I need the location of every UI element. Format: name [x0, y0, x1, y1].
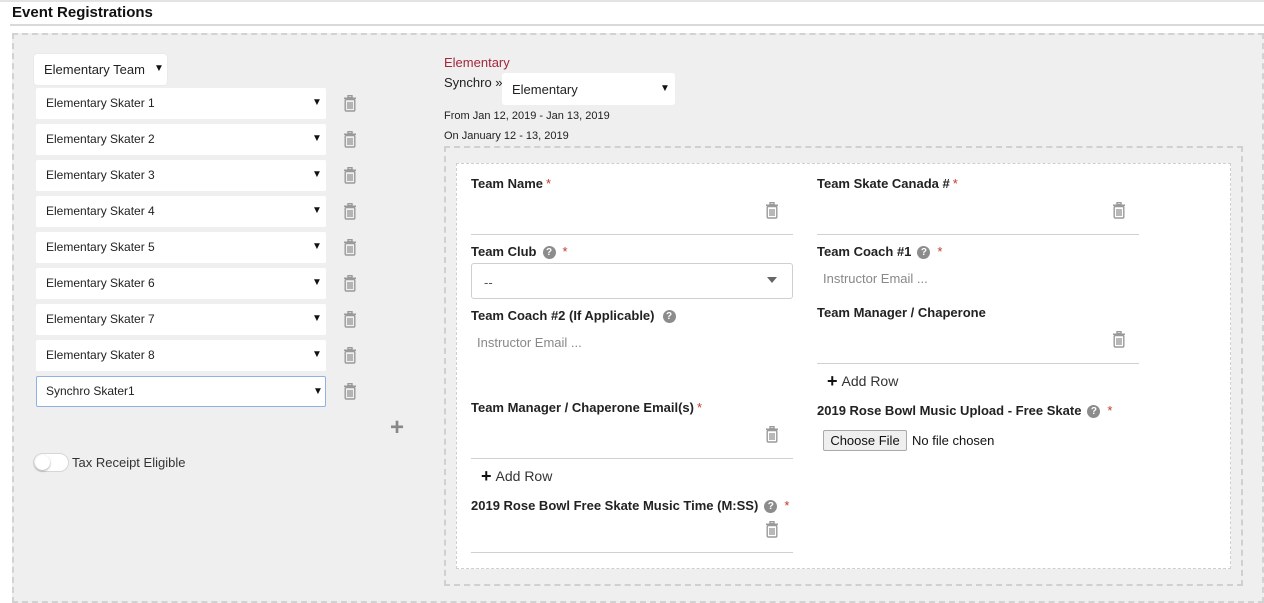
add-row-button[interactable]: + Add Row — [481, 465, 552, 486]
trash-icon[interactable] — [343, 167, 357, 184]
team-club-select[interactable]: -- — [471, 263, 793, 299]
tax-receipt-toggle[interactable] — [33, 453, 69, 472]
event-breadcrumb: Synchro » — [444, 75, 503, 90]
team-manager-input[interactable] — [817, 363, 1139, 364]
skater-select-value: Elementary Skater 7 — [46, 312, 155, 326]
chevron-down-icon: ▼ — [312, 313, 322, 324]
team-name-label: Team Name * — [471, 176, 552, 191]
skater-select-value: Synchro Skater1 — [46, 384, 135, 398]
title-divider — [10, 24, 1264, 26]
skater-select-value: Elementary Skater 4 — [46, 204, 155, 218]
trash-icon[interactable] — [343, 239, 357, 256]
toggle-knob — [35, 455, 50, 470]
skater-select[interactable]: Elementary Skater 6 ▼ — [36, 268, 326, 299]
trash-icon[interactable] — [343, 347, 357, 364]
top-border — [0, 0, 1264, 2]
team-select[interactable]: Elementary Team ▼ — [34, 54, 167, 85]
trash-icon[interactable] — [343, 383, 357, 400]
music-time-input[interactable] — [471, 552, 793, 553]
event-on-dates: On January 12 - 13, 2019 — [444, 130, 569, 142]
skater-select-value: Elementary Skater 3 — [46, 168, 155, 182]
skater-select[interactable]: Elementary Skater 4 ▼ — [36, 196, 326, 227]
skater-select[interactable]: Elementary Skater 2 ▼ — [36, 124, 326, 155]
chevron-down-icon: ▼ — [312, 205, 322, 216]
team-name-input[interactable] — [471, 234, 793, 235]
music-time-label: 2019 Rose Bowl Free Skate Music Time (M:… — [471, 498, 790, 514]
plus-icon: + — [481, 466, 492, 486]
manager-emails-label: Team Manager / Chaperone Email(s) * — [471, 400, 703, 415]
chevron-down-icon: ▼ — [312, 97, 322, 108]
chevron-down-icon: ▼ — [154, 63, 164, 74]
chevron-down-icon: ▼ — [312, 277, 322, 288]
team-select-value: Elementary Team — [44, 62, 145, 77]
plus-icon: + — [827, 371, 838, 391]
question-icon[interactable]: ? — [1087, 405, 1101, 419]
skater-select[interactable]: Elementary Skater 5 ▼ — [36, 232, 326, 263]
question-icon[interactable]: ? — [917, 246, 931, 260]
music-upload-label: 2019 Rose Bowl Music Upload - Free Skate… — [817, 403, 1113, 419]
chevron-down-icon: ▼ — [312, 349, 322, 360]
choose-file-button[interactable]: Choose File — [823, 430, 907, 451]
plus-icon[interactable]: + — [390, 416, 404, 440]
trash-icon[interactable] — [343, 275, 357, 292]
chevron-down-icon: ▼ — [312, 133, 322, 144]
level-select[interactable]: Elementary ▼ — [502, 73, 675, 105]
trash-icon[interactable] — [765, 521, 779, 538]
question-icon[interactable]: ? — [662, 310, 676, 324]
trash-icon[interactable] — [343, 95, 357, 112]
caret-down-icon — [767, 277, 777, 283]
skater-select-value: Elementary Skater 6 — [46, 276, 155, 290]
skater-select[interactable]: Synchro Skater1 ▼ — [36, 376, 326, 407]
chevron-down-icon: ▼ — [660, 83, 670, 94]
skater-select[interactable]: Elementary Skater 8 ▼ — [36, 340, 326, 371]
trash-icon[interactable] — [765, 202, 779, 219]
skater-select-value: Elementary Skater 8 — [46, 348, 155, 362]
question-icon[interactable]: ? — [764, 500, 778, 514]
team-coach1-label: Team Coach #1? * — [817, 244, 943, 260]
skater-select[interactable]: Elementary Skater 3 ▼ — [36, 160, 326, 191]
event-category: Elementary — [444, 55, 510, 70]
add-row-button[interactable]: + Add Row — [827, 370, 898, 391]
skater-select-value: Elementary Skater 5 — [46, 240, 155, 254]
team-manager-label: Team Manager / Chaperone — [817, 305, 986, 320]
tax-receipt-label: Tax Receipt Eligible — [72, 455, 186, 470]
skater-select-value: Elementary Skater 1 — [46, 96, 155, 110]
event-dates: From Jan 12, 2019 - Jan 13, 2019 — [444, 110, 610, 122]
trash-icon[interactable] — [343, 203, 357, 220]
trash-icon[interactable] — [343, 311, 357, 328]
skater-select[interactable]: Elementary Skater 1 ▼ — [36, 88, 326, 119]
skater-select-value: Elementary Skater 2 — [46, 132, 155, 146]
trash-icon[interactable] — [1112, 331, 1126, 348]
team-skate-canada-label: Team Skate Canada # * — [817, 176, 958, 191]
file-status: No file chosen — [912, 433, 995, 448]
trash-icon[interactable] — [765, 426, 779, 443]
chevron-down-icon: ▼ — [313, 386, 323, 397]
trash-icon[interactable] — [1112, 202, 1126, 219]
page-title: Event Registrations — [12, 4, 153, 21]
team-coach2-label: Team Coach #2 (If Applicable)? — [471, 308, 676, 324]
chevron-down-icon: ▼ — [312, 241, 322, 252]
team-club-label: Team Club? * — [471, 244, 568, 260]
team-coach1-input[interactable]: Instructor Email ... — [823, 271, 928, 286]
level-select-value: Elementary — [512, 82, 578, 97]
team-coach2-input[interactable]: Instructor Email ... — [477, 335, 582, 350]
team-skate-canada-input[interactable] — [817, 234, 1139, 235]
question-icon[interactable]: ? — [542, 246, 556, 260]
trash-icon[interactable] — [343, 131, 357, 148]
skater-select[interactable]: Elementary Skater 7 ▼ — [36, 304, 326, 335]
manager-emails-input[interactable] — [471, 458, 793, 459]
chevron-down-icon: ▼ — [312, 169, 322, 180]
